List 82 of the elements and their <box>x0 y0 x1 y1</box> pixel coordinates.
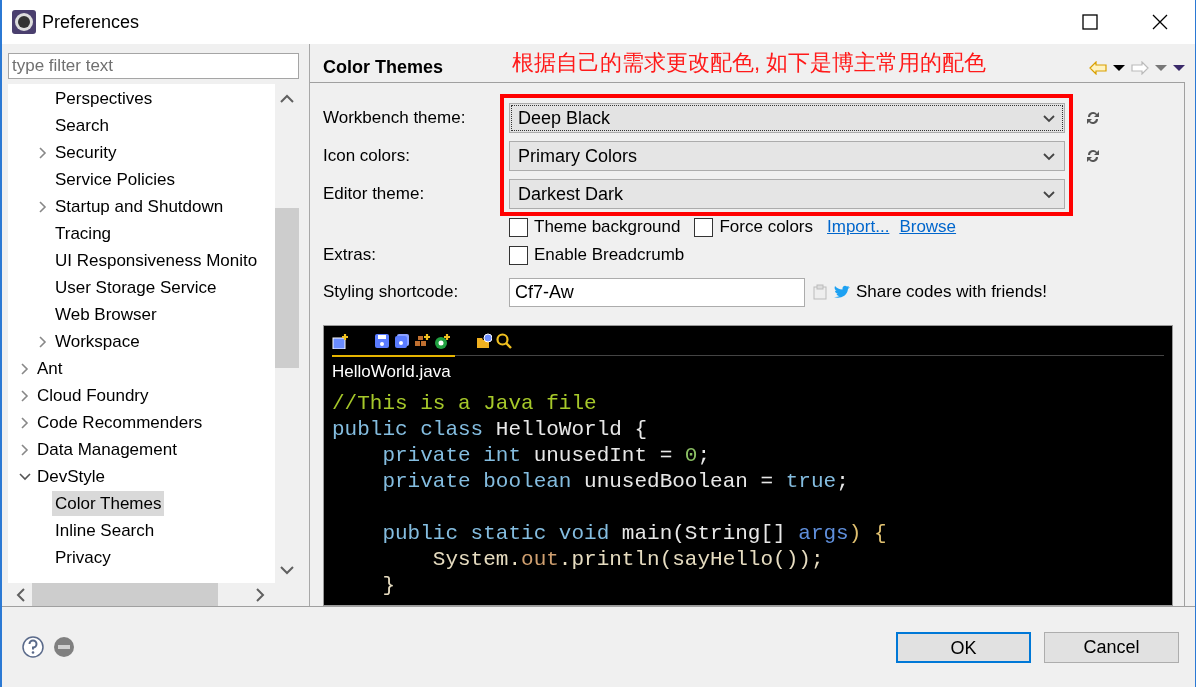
refresh-icon[interactable] <box>1085 110 1101 126</box>
maximize-icon <box>1082 14 1098 30</box>
dialog-button[interactable]: OK <box>896 631 1031 663</box>
collapse-chevron-icon[interactable] <box>19 470 31 483</box>
checkbox-label[interactable]: Enable Breadcrumb <box>534 242 685 268</box>
new-package-icon[interactable] <box>414 333 430 349</box>
record-icon[interactable] <box>54 637 74 657</box>
scroll-down-icon[interactable] <box>280 565 294 575</box>
dropdown-icon[interactable] <box>1113 64 1125 72</box>
open-folder-icon[interactable] <box>476 333 492 349</box>
shortcode-field[interactable]: Cf7-Aw <box>509 277 805 307</box>
help-icon[interactable] <box>22 636 44 658</box>
new-file-icon[interactable] <box>332 333 348 349</box>
checkbox[interactable] <box>509 245 528 265</box>
tree-item[interactable]: Cloud Foundry <box>34 382 152 409</box>
expand-chevron-icon[interactable] <box>19 362 31 375</box>
tree-item[interactable]: Startup and Shutdown <box>52 193 227 220</box>
tree-item[interactable]: Workspace <box>52 328 143 355</box>
code-line: private int unusedInt = 0; <box>381 442 712 469</box>
code-line: //This is a Java file <box>332 390 598 417</box>
field-label: Editor theme: <box>323 183 426 206</box>
tree-item[interactable]: Web Browser <box>52 301 160 328</box>
checkbox[interactable] <box>694 217 714 237</box>
tree-item[interactable]: Perspectives <box>52 85 156 112</box>
tree-item[interactable]: Privacy <box>52 544 114 571</box>
code-line: System.out.println(sayHello()); <box>431 546 825 573</box>
expand-chevron-icon[interactable] <box>37 146 49 159</box>
close-icon <box>1152 14 1168 30</box>
caret-icon <box>1042 188 1056 200</box>
tree-item[interactable]: User Storage Service <box>52 274 220 301</box>
save-all-icon[interactable] <box>394 333 410 349</box>
link[interactable]: Import... <box>827 214 890 240</box>
scroll-left-icon[interactable] <box>16 587 26 602</box>
tree-item[interactable]: Ant <box>34 355 66 382</box>
tree-item[interactable]: Security <box>52 139 120 166</box>
scroll-up-icon[interactable] <box>280 94 294 104</box>
field-label: Extras: <box>323 244 377 267</box>
tree-item[interactable]: Tracing <box>52 220 115 247</box>
theme-dropdown[interactable]: Deep Black <box>509 103 1065 133</box>
refresh-icon[interactable] <box>1085 148 1101 164</box>
tree-item[interactable]: Search <box>52 112 112 139</box>
annotation-text: 根据自己的需求更改配色, 如下是博主常用的配色 <box>512 49 987 77</box>
theme-dropdown[interactable]: Darkest Dark <box>509 179 1065 209</box>
expand-chevron-icon[interactable] <box>19 416 31 429</box>
tree-item[interactable]: Data Management <box>34 436 180 463</box>
app-gear-icon <box>12 10 36 34</box>
checkbox-label[interactable]: Force colors <box>719 214 813 240</box>
view-menu-icon[interactable] <box>1173 64 1185 72</box>
code-line: private boolean unusedBoolean = true; <box>381 468 850 495</box>
scroll-right-icon[interactable] <box>255 587 265 602</box>
tree-item[interactable]: Inline Search <box>52 517 158 544</box>
checkbox[interactable] <box>509 217 528 237</box>
tree-item[interactable]: UI Responsiveness Monito <box>52 247 261 274</box>
share-text: Share codes with friends! <box>856 281 1047 304</box>
save-icon[interactable] <box>374 333 390 349</box>
code-line: } <box>381 572 396 599</box>
theme-dropdown[interactable]: Primary Colors <box>509 141 1065 171</box>
expand-chevron-icon[interactable] <box>19 389 31 402</box>
search-icon[interactable] <box>496 333 512 349</box>
link[interactable]: Browse <box>899 214 957 240</box>
caret-icon <box>1042 112 1056 124</box>
expand-chevron-icon[interactable] <box>37 200 49 213</box>
field-label: Icon colors: <box>323 145 411 168</box>
page-title: Color Themes <box>323 57 444 79</box>
tree-item[interactable]: Service Policies <box>52 166 178 193</box>
caret-icon <box>1042 150 1056 162</box>
window-title: Preferences <box>42 10 140 34</box>
checkbox-label[interactable]: Theme background <box>534 214 681 240</box>
field-label: Workbench theme: <box>323 107 467 130</box>
tree-item[interactable]: Code Recommenders <box>34 409 206 436</box>
expand-chevron-icon[interactable] <box>37 335 49 348</box>
code-line: public static void main(String[] args) { <box>381 520 888 547</box>
filter-field[interactable]: type filter text <box>8 53 299 79</box>
code-line: public class HelloWorld { <box>332 416 649 443</box>
field-label: Styling shortcode: <box>323 281 460 304</box>
tree-item[interactable]: DevStyle <box>34 463 109 490</box>
editor-tab[interactable]: HelloWorld.java <box>332 355 455 385</box>
dialog-button[interactable]: Cancel <box>1044 631 1179 663</box>
clipboard-icon[interactable] <box>813 284 827 300</box>
expand-chevron-icon[interactable] <box>19 443 31 456</box>
tree-item[interactable]: Color Themes <box>52 490 165 517</box>
new-class-icon[interactable] <box>434 333 450 349</box>
